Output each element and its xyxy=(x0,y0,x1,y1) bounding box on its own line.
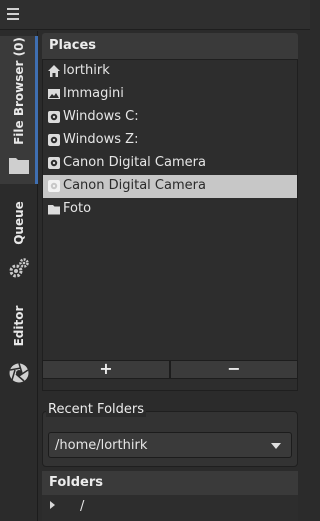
place-images[interactable]: Immagini xyxy=(43,83,297,106)
place-label: Foto xyxy=(63,201,92,216)
tab-editor-label: Editor xyxy=(12,305,26,347)
home-icon xyxy=(48,65,60,77)
tab-queue-label: Queue xyxy=(12,201,26,245)
side-tab-rail: File Browser (0) Queue Editor xyxy=(0,31,38,521)
expand-arrow-icon[interactable] xyxy=(50,501,55,509)
place-label: Canon Digital Camera xyxy=(63,178,206,193)
folders-tree: / xyxy=(42,495,298,521)
drive-icon xyxy=(48,111,60,123)
place-camera-1[interactable]: Canon Digital Camera xyxy=(43,152,297,175)
remove-place-button[interactable]: − xyxy=(170,360,298,379)
folders-title: Folders xyxy=(49,475,104,490)
recent-folders-dropdown[interactable]: /home/lorthirk xyxy=(48,432,292,458)
folders-header: Folders xyxy=(42,471,298,495)
add-place-button[interactable]: + xyxy=(42,360,170,379)
place-home[interactable]: lorthirk xyxy=(43,60,297,83)
place-windows-z[interactable]: Windows Z: xyxy=(43,129,297,152)
recent-folders-title: Recent Folders xyxy=(46,402,147,417)
gears-icon xyxy=(9,258,29,278)
folder-root[interactable]: / xyxy=(80,499,84,514)
places-title: Places xyxy=(49,38,97,53)
place-foto[interactable]: Foto xyxy=(43,198,297,221)
place-label: Immagini xyxy=(63,86,124,101)
place-label: Canon Digital Camera xyxy=(63,155,206,170)
recent-folders-value: /home/lorthirk xyxy=(55,438,148,453)
file-browser-panel: Places lorthirk Immagini Windows C: Wind… xyxy=(42,33,298,521)
camera-icon xyxy=(48,157,60,169)
place-label: lorthirk xyxy=(63,63,110,78)
place-camera-2[interactable]: Canon Digital Camera xyxy=(43,175,297,198)
place-windows-c[interactable]: Windows C: xyxy=(43,106,297,129)
tab-editor[interactable]: Editor xyxy=(0,299,38,399)
tab-queue[interactable]: Queue xyxy=(0,191,38,296)
place-label: Windows Z: xyxy=(63,132,139,147)
hamburger-menu-icon[interactable] xyxy=(7,8,19,20)
places-header: Places xyxy=(42,33,298,59)
chevron-down-icon xyxy=(271,443,281,449)
camera-icon xyxy=(48,180,60,192)
folder-icon xyxy=(48,205,60,215)
tab-file-browser-label: File Browser (0) xyxy=(12,37,26,145)
top-bar xyxy=(0,0,310,30)
folder-icon xyxy=(9,158,29,174)
places-edit-bar: + − xyxy=(42,360,298,379)
tab-file-browser[interactable]: File Browser (0) xyxy=(0,36,38,184)
recent-folders-group: Recent Folders /home/lorthirk xyxy=(42,402,298,467)
place-label: Windows C: xyxy=(63,109,139,124)
places-list: lorthirk Immagini Windows C: Windows Z: … xyxy=(42,59,298,391)
aperture-icon xyxy=(9,363,29,383)
drive-icon xyxy=(48,134,60,146)
image-icon xyxy=(48,89,60,99)
